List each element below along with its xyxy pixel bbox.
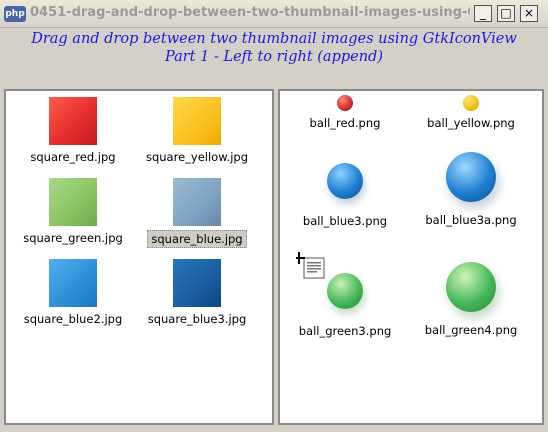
close-button[interactable]: × [520, 5, 538, 22]
icon-item-ball-blue3[interactable]: ball_blue3.png [280, 153, 410, 229]
square-blue-thumbnail [173, 178, 221, 226]
icon-item-label: ball_yellow.png [427, 116, 515, 130]
drag-copy-cursor-icon [296, 252, 325, 279]
icon-item-square-blue2[interactable]: square_blue2.jpg [8, 259, 138, 327]
icon-item-label: ball_red.png [309, 116, 381, 130]
icon-item-square-green[interactable]: square_green.jpg [8, 178, 138, 246]
title-bar[interactable]: php 0451-drag-and-drop-between-two-thumb… [0, 0, 548, 28]
php-app-icon: php [4, 6, 26, 22]
icon-item-square-blue[interactable]: square_blue.jpg [132, 178, 262, 248]
ball-green4-thumbnail [446, 262, 496, 312]
icon-item-square-blue3[interactable]: square_blue3.jpg [132, 259, 262, 327]
ball-blue3-thumbnail [327, 163, 363, 199]
icon-item-label-selected: square_blue.jpg [147, 230, 247, 248]
ball-blue3a-thumbnail [446, 152, 496, 202]
icon-item-ball-yellow[interactable]: ball_yellow.png [406, 95, 536, 131]
minimize-button[interactable]: _ [474, 5, 492, 22]
icon-item-ball-green4[interactable]: ball_green4.png [406, 259, 536, 338]
icon-item-label: square_blue2.jpg [23, 312, 123, 326]
icon-item-ball-blue3a[interactable]: ball_blue3a.png [406, 149, 536, 228]
icon-item-square-yellow[interactable]: square_yellow.jpg [132, 97, 262, 165]
ball-red-thumbnail [337, 95, 353, 111]
ball-yellow-thumbnail [463, 95, 479, 111]
maximize-button[interactable]: □ [497, 5, 515, 22]
page-header: Drag and drop between two thumbnail imag… [0, 30, 548, 66]
icon-item-label: square_red.jpg [30, 150, 116, 164]
icon-item-label: square_yellow.jpg [145, 150, 249, 164]
header-subtitle: Part 1 - Left to right (append) [165, 49, 383, 65]
square-blue3-thumbnail [173, 259, 221, 307]
icon-item-square-red[interactable]: square_red.jpg [8, 97, 138, 165]
left-icon-view[interactable]: square_red.jpg square_yellow.jpg square_… [4, 89, 274, 425]
icon-item-label: ball_green3.png [298, 324, 392, 338]
square-yellow-thumbnail [173, 97, 221, 145]
square-green-thumbnail [49, 178, 97, 226]
icon-item-label: ball_blue3.png [302, 214, 388, 228]
icon-item-ball-red[interactable]: ball_red.png [280, 95, 410, 131]
window-title: 0451-drag-and-drop-between-two-thumbnail… [30, 5, 470, 20]
icon-item-label: ball_blue3a.png [425, 213, 517, 227]
ball-green3-thumbnail [327, 273, 363, 309]
icon-item-label: square_green.jpg [23, 231, 123, 245]
icon-item-label: square_blue3.jpg [147, 312, 247, 326]
square-red-thumbnail [49, 97, 97, 145]
icon-item-label: ball_green4.png [424, 323, 518, 337]
header-title: Drag and drop between two thumbnail imag… [31, 31, 517, 47]
square-blue2-thumbnail [49, 259, 97, 307]
